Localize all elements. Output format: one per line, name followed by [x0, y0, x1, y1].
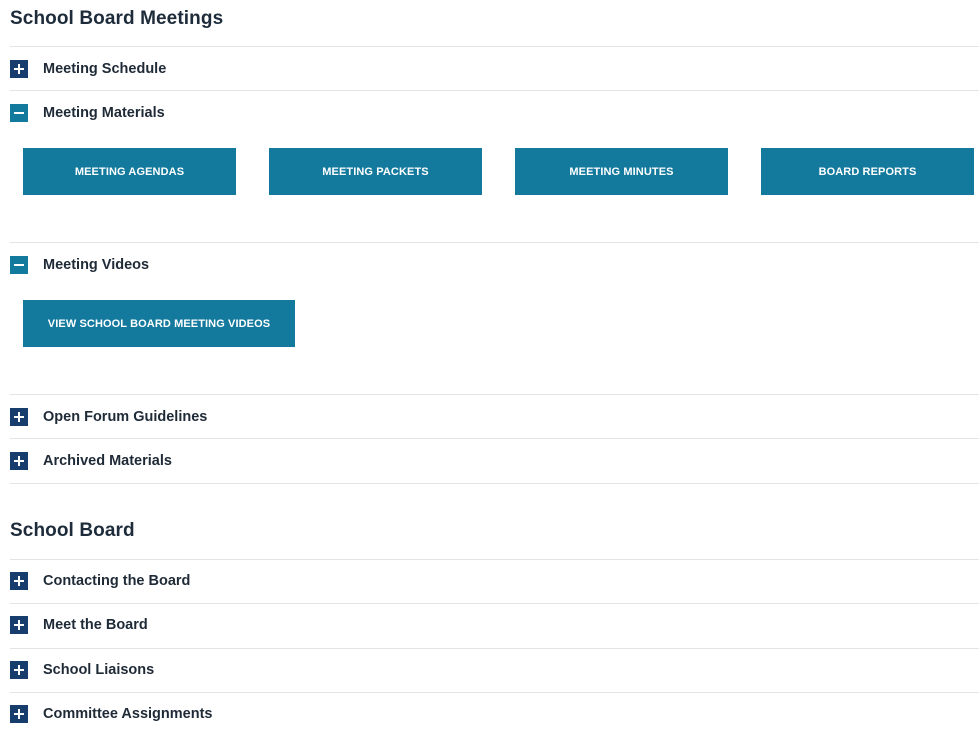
accordion-label: Open Forum Guidelines [43, 409, 208, 425]
accordion-contacting-the-board[interactable]: Contacting the Board [10, 559, 979, 603]
accordion-meeting-materials[interactable]: Meeting Materials [10, 91, 979, 135]
accordion-school-liaisons[interactable]: School Liaisons [10, 648, 979, 692]
accordion-label: School Liaisons [43, 662, 155, 678]
plus-icon [10, 616, 28, 634]
plus-icon [10, 705, 28, 723]
accordion-label: Meeting Materials [43, 105, 165, 121]
accordion-committee-assignments[interactable]: Committee Assignments [10, 692, 979, 736]
view-meeting-videos-button[interactable]: VIEW SCHOOL BOARD MEETING VIDEOS [23, 300, 295, 347]
accordion-archived-materials[interactable]: Archived Materials [10, 439, 979, 483]
accordion-open-forum-guidelines[interactable]: Open Forum Guidelines [10, 395, 979, 439]
board-reports-button[interactable]: BOARD REPORTS [761, 148, 974, 195]
accordion-meeting-videos[interactable]: Meeting Videos [10, 243, 979, 287]
plus-icon [10, 60, 28, 78]
accordion-label: Committee Assignments [43, 706, 213, 722]
meeting-minutes-button[interactable]: MEETING MINUTES [515, 148, 728, 195]
accordion-meeting-schedule[interactable]: Meeting Schedule [10, 47, 979, 91]
plus-icon [10, 408, 28, 426]
minus-icon [10, 256, 28, 274]
meeting-packets-button[interactable]: MEETING PACKETS [269, 148, 482, 195]
section-title-school-board-meetings: School Board Meetings [10, 8, 224, 29]
plus-icon [10, 661, 28, 679]
accordion-label: Meeting Videos [43, 257, 150, 273]
plus-icon [10, 572, 28, 590]
meeting-agendas-button[interactable]: MEETING AGENDAS [23, 148, 236, 195]
plus-icon [10, 452, 28, 470]
minus-icon [10, 104, 28, 122]
accordion-label: Meeting Schedule [43, 61, 167, 77]
accordion-label: Archived Materials [43, 453, 172, 469]
divider [10, 483, 979, 484]
section-title-school-board: School Board [10, 520, 135, 541]
accordion-label: Meet the Board [43, 617, 148, 633]
accordion-label: Contacting the Board [43, 573, 191, 589]
accordion-meet-the-board[interactable]: Meet the Board [10, 603, 979, 647]
